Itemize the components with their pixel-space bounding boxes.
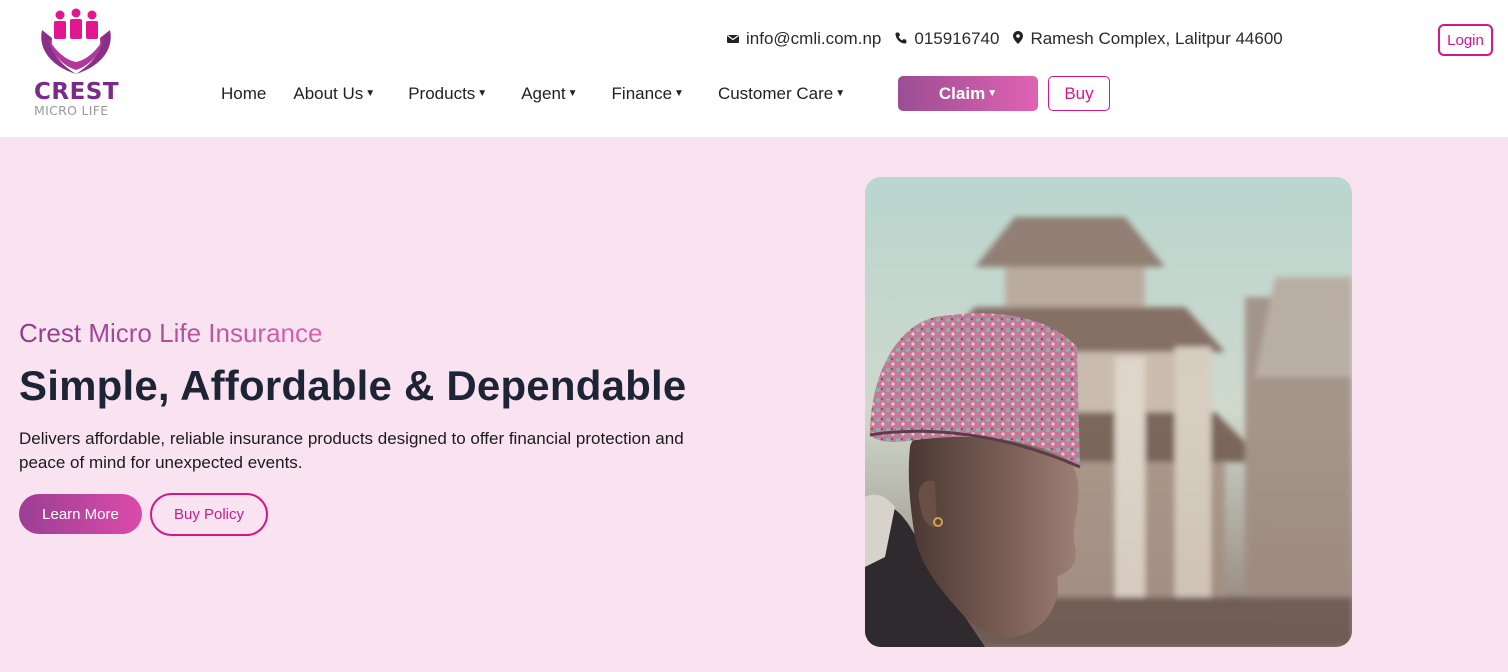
logo-mark-icon bbox=[41, 8, 111, 74]
contact-bar: info@cmli.com.np 015916740 Ramesh Comple… bbox=[727, 29, 1297, 49]
nav-item-label: Home bbox=[221, 83, 267, 103]
caret-down-icon: ▼ bbox=[674, 88, 684, 99]
hero-description: Delivers affordable, reliable insurance … bbox=[19, 429, 684, 472]
caret-down-icon: ▼ bbox=[365, 88, 376, 99]
contact-address: Ramesh Complex, Lalitpur 44600 bbox=[1013, 29, 1283, 49]
buy-button[interactable]: Buy bbox=[1048, 76, 1110, 111]
nav-item-finance[interactable]: Finance ▼ bbox=[612, 84, 684, 104]
nav-item-label: Products bbox=[408, 83, 476, 103]
nav-item-products[interactable]: Products ▼ bbox=[408, 84, 487, 104]
contact-phone-text: 015916740 bbox=[914, 29, 1000, 48]
main-nav: Home About Us ▼ Products ▼ Agent ▼ Finan… bbox=[221, 76, 845, 111]
login-button[interactable]: Login bbox=[1438, 24, 1493, 56]
nav-item-customer-care[interactable]: Customer Care ▼ bbox=[718, 84, 845, 104]
nav-item-about-us[interactable]: About Us ▼ bbox=[293, 84, 375, 104]
nav-item-label: Agent bbox=[521, 83, 566, 103]
location-pin-icon bbox=[1013, 31, 1024, 47]
nav-item-agent[interactable]: Agent ▼ bbox=[521, 84, 577, 104]
nav-item-label: Customer Care bbox=[717, 83, 834, 103]
contact-email[interactable]: info@cmli.com.np bbox=[727, 29, 881, 49]
contact-phone[interactable]: 015916740 bbox=[895, 29, 999, 49]
claim-button[interactable]: Claim ▼ bbox=[898, 76, 1038, 111]
nav-item-home[interactable]: Home bbox=[221, 84, 266, 104]
claim-button-label: Claim bbox=[938, 83, 986, 103]
learn-more-button[interactable]: Learn More bbox=[19, 494, 142, 534]
brand-wordmark: CREST MICRO LIFE bbox=[34, 80, 124, 118]
brand-name: CREST bbox=[34, 79, 120, 105]
caret-down-icon: ▼ bbox=[567, 88, 578, 99]
caret-down-icon: ▼ bbox=[987, 88, 998, 99]
hero-subtitle: Crest Micro Life Insurance bbox=[19, 318, 323, 348]
envelope-icon bbox=[727, 32, 739, 47]
buy-policy-button[interactable]: Buy Policy bbox=[150, 493, 268, 536]
phone-icon bbox=[895, 32, 907, 47]
caret-down-icon: ▼ bbox=[835, 88, 846, 99]
nav-item-label: About Us bbox=[293, 83, 364, 103]
elderly-man-temple-photo bbox=[865, 177, 1352, 647]
site-header: CREST MICRO LIFE info@cmli.com.np 015916… bbox=[0, 0, 1508, 137]
nav-item-label: Finance bbox=[611, 83, 673, 103]
brand-tagline: MICRO LIFE bbox=[34, 103, 109, 118]
contact-address-text: Ramesh Complex, Lalitpur 44600 bbox=[1030, 29, 1283, 48]
contact-email-text: info@cmli.com.np bbox=[746, 29, 882, 48]
hero-headline: Simple, Affordable & Dependable bbox=[19, 362, 687, 409]
caret-down-icon: ▼ bbox=[477, 88, 488, 99]
hero-image bbox=[865, 177, 1352, 647]
